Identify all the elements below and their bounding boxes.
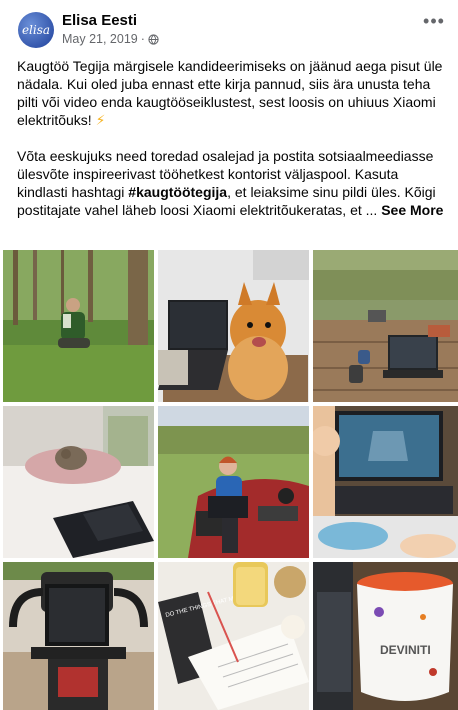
lightning-icon: ⚡ <box>95 112 106 128</box>
photo-cat-laptop[interactable] <box>3 406 154 558</box>
photo-dog-laptop[interactable] <box>158 250 309 402</box>
post-paragraph-2: Võta eeskujuks need toredad osalejad ja … <box>17 147 447 219</box>
paragraph-1-text: Kaugtöö Tegija märgisele kandideerimisek… <box>17 58 443 128</box>
photo-grid: DO THE THINGS THAT MAKE YOU DEVINITI <box>3 250 458 710</box>
post-meta: May 21, 2019 · <box>62 32 159 46</box>
facebook-post: elisa Elisa Eesti May 21, 2019 · ••• Kau… <box>0 0 458 710</box>
meta-separator: · <box>140 32 145 46</box>
photo-garden-table[interactable] <box>313 250 458 402</box>
avatar[interactable]: elisa <box>18 12 54 48</box>
post-text: Kaugtöö Tegija märgisele kandideerimisek… <box>17 57 447 219</box>
photo-notebook-desk[interactable]: DO THE THINGS THAT MAKE YOU <box>158 562 309 710</box>
more-options-icon[interactable]: ••• <box>422 12 446 34</box>
avatar-logo-text: elisa <box>21 23 51 37</box>
page-name-link[interactable]: Elisa Eesti <box>62 12 137 29</box>
mug-brand-text: DEVINITI <box>380 643 431 657</box>
post-paragraph-1: Kaugtöö Tegija märgisele kandideerimisek… <box>17 57 447 129</box>
photo-baby-laptop[interactable] <box>313 406 458 558</box>
globe-icon[interactable] <box>148 33 159 45</box>
hashtag-link[interactable]: #kaugtöötegija <box>128 184 227 200</box>
photo-woman-car[interactable] <box>158 406 309 558</box>
post-date[interactable]: May 21, 2019 <box>62 32 138 46</box>
photo-deviniti-mug[interactable]: DEVINITI <box>313 562 458 710</box>
photo-forest-man[interactable] <box>3 250 154 402</box>
photo-stroller-laptop[interactable] <box>3 562 154 710</box>
post-header: elisa Elisa Eesti May 21, 2019 · ••• <box>0 0 458 52</box>
see-more-link[interactable]: See More <box>381 202 443 218</box>
